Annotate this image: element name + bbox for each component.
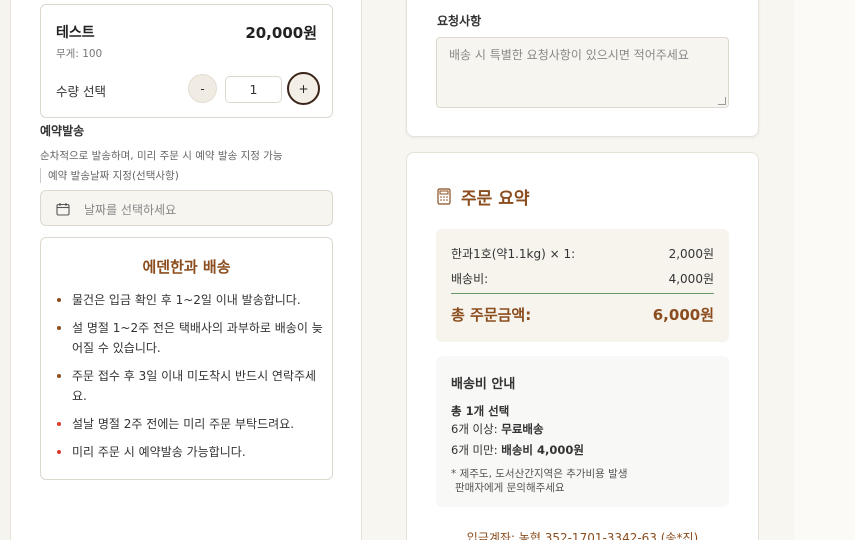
- reservation-description: 순차적으로 발송하며, 미리 주문 시 예약 발송 지정 가능: [40, 150, 283, 162]
- quantity-input[interactable]: 1: [225, 76, 282, 103]
- item-price: 2,000원: [668, 247, 714, 261]
- free-shipping-value: 무료배송: [501, 422, 544, 436]
- summary-header: 주문 요약: [437, 184, 529, 209]
- date-placeholder: 날짜를 선택하세요: [84, 203, 177, 217]
- product-card: 테스트 20,000원 무게: 100 수량 선택 - 1 +: [40, 4, 333, 118]
- total-label: 총 주문금액:: [451, 306, 532, 324]
- item-label: 한과1호(약1.1kg) × 1:: [451, 247, 576, 261]
- delivery-notice-card: 에덴한과 배송 물건은 입금 확인 후 1~2일 이내 발송합니다. 설 명절 …: [40, 237, 333, 480]
- notice-item: 주문 접수 후 3일 이내 미도착시 반드시 연락주세요.: [55, 366, 325, 406]
- shipping-info-box: 배송비 안내 총 1개 선택 6개 이상: 무료배송 6개 미만: 배송비 4,…: [436, 356, 729, 507]
- notice-title: 에덴한과 배송: [142, 258, 231, 276]
- notice-item: 물건은 입금 확인 후 1~2일 이내 발송합니다.: [55, 290, 325, 310]
- reservation-date-label: 예약 발송날짜 지정(선택사항): [40, 168, 179, 183]
- product-name: 테스트: [56, 25, 95, 41]
- summary-total-row: 총 주문금액: 6,000원: [451, 304, 714, 325]
- notice-item: 미리 주문 시 예약발송 가능합니다.: [55, 442, 325, 462]
- free-shipping-prefix: 6개 이상:: [451, 422, 502, 436]
- quantity-decrease-button[interactable]: -: [188, 74, 217, 103]
- free-shipping-line: 6개 이상: 무료배송: [451, 421, 544, 437]
- request-card: 요청사항 배송 시 특별한 요청사항이 있으시면 적어주세요: [406, 0, 759, 137]
- notice-list: 물건은 입금 확인 후 1~2일 이내 발송합니다. 설 명절 1~2주 전은 …: [55, 290, 325, 470]
- summary-shipping-row: 배송비: 4,000원: [451, 270, 714, 287]
- calendar-icon: [56, 203, 70, 216]
- quantity-increase-button[interactable]: +: [287, 72, 320, 105]
- reservation-title: 예약발송: [40, 124, 85, 138]
- request-placeholder: 배송 시 특별한 요청사항이 있으시면 적어주세요: [449, 48, 689, 62]
- summary-divider: [451, 293, 714, 294]
- reservation-date-picker[interactable]: 날짜를 선택하세요: [40, 190, 333, 226]
- paid-shipping-prefix: 6개 미만:: [451, 443, 502, 457]
- calculator-icon: [437, 188, 451, 205]
- total-price: 6,000원: [652, 306, 714, 324]
- quantity-label: 수량 선택: [56, 84, 106, 99]
- shipping-note: * 제주도, 도서산간지역은 추가비용 발생: [451, 468, 628, 480]
- order-summary-card: 주문 요약 한과1호(약1.1kg) × 1: 2,000원 배송비: 4,00…: [406, 152, 759, 540]
- product-weight: 무게: 100: [56, 48, 103, 60]
- bank-account: 입금계좌: 농협 352-1701-3342-63 (송*진): [466, 531, 699, 540]
- paid-shipping-value: 배송비 4,000원: [501, 443, 584, 457]
- shipping-info-title: 배송비 안내: [451, 377, 516, 392]
- summary-title: 주문 요약: [461, 189, 530, 209]
- right-margin: [794, 0, 855, 540]
- shipping-label: 배송비:: [451, 272, 489, 286]
- summary-box: 한과1호(약1.1kg) × 1: 2,000원 배송비: 4,000원 총 주…: [436, 229, 729, 342]
- shipping-note-contact: 판매자에게 문의해주세요: [455, 482, 565, 494]
- resize-handle[interactable]: [718, 97, 726, 105]
- product-price: 20,000원: [245, 24, 317, 42]
- notice-item: 설날 명절 2주 전에는 미리 주문 부탁드려요.: [55, 414, 325, 434]
- summary-item-row: 한과1호(약1.1kg) × 1: 2,000원: [451, 245, 714, 262]
- request-label: 요청사항: [437, 14, 482, 28]
- notice-item: 설 명절 1~2주 전은 택배사의 과부하로 배송이 늦어질 수 있습니다.: [55, 318, 325, 358]
- paid-shipping-line: 6개 미만: 배송비 4,000원: [451, 442, 584, 458]
- selected-count: 총 1개 선택: [451, 404, 510, 418]
- request-textarea[interactable]: 배송 시 특별한 요청사항이 있으시면 적어주세요: [436, 37, 729, 108]
- shipping-price: 4,000원: [668, 272, 714, 286]
